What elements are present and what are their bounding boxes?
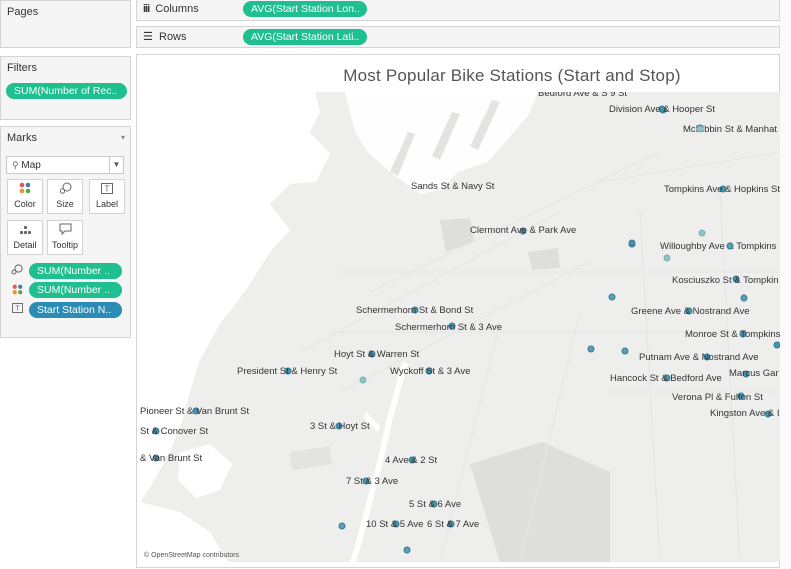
size-button[interactable]: Size xyxy=(47,179,83,214)
color-encoding-pill[interactable]: SUM(Number .. xyxy=(29,282,122,298)
map-icon: ⚲ xyxy=(12,160,19,170)
rows-pill[interactable]: AVG(Start Station Lati.. xyxy=(243,29,367,45)
marks-pane: Marks ▾ ⚲ Map ▼ Color Size T Label Detai… xyxy=(0,126,131,338)
station-dot[interactable] xyxy=(628,239,636,247)
columns-label: Columns xyxy=(155,3,199,15)
label-button[interactable]: T Label xyxy=(89,179,125,214)
station-dot[interactable] xyxy=(726,242,734,250)
station-label: Tompkins Ave & Hopkins St xyxy=(664,184,780,195)
station-dot[interactable] xyxy=(621,347,629,355)
label-icon: T xyxy=(90,181,124,199)
pages-pane: Pages xyxy=(0,0,131,48)
columns-pill[interactable]: AVG(Start Station Lon.. xyxy=(243,1,367,17)
station-label: 7 St & 3 Ave xyxy=(346,476,399,487)
tooltip-label: Tooltip xyxy=(51,240,78,250)
rows-shelf[interactable]: ☰ Rows AVG(Start Station Lati.. xyxy=(136,26,780,48)
columns-shelf[interactable]: iii Columns AVG(Start Station Lon.. xyxy=(136,0,780,21)
marks-menu-icon[interactable]: ▾ xyxy=(121,133,125,142)
rows-icon: ☰ xyxy=(143,31,153,43)
columns-icon: iii xyxy=(143,3,150,15)
station-label: Kingston Ave & I xyxy=(710,408,780,419)
station-label: Schermerhorn St & 3 Ave xyxy=(395,322,503,333)
station-label: Putnam Ave & Nostrand Ave xyxy=(639,352,759,363)
mark-type-dropdown[interactable]: ⚲ Map ▼ xyxy=(6,156,124,174)
color-icon xyxy=(10,284,24,298)
size-icon xyxy=(48,181,82,199)
size-icon xyxy=(10,264,24,278)
color-label: Color xyxy=(14,199,36,209)
station-dot[interactable] xyxy=(740,294,748,302)
station-label: Monroe St & Tompkins xyxy=(685,329,780,340)
station-dot[interactable] xyxy=(608,293,616,301)
station-label: Willoughby Ave & Tompkins xyxy=(660,241,777,252)
chevron-down-icon[interactable]: ▼ xyxy=(109,157,123,173)
station-dot[interactable] xyxy=(403,546,411,554)
label-label: Label xyxy=(95,199,119,209)
station-dot[interactable] xyxy=(587,345,595,353)
station-dot[interactable] xyxy=(698,229,706,237)
station-label: Greene Ave & Nostrand Ave xyxy=(631,306,750,317)
station-dot[interactable] xyxy=(359,376,367,384)
map[interactable]: Bedford Ave & S 9 St Division Ave & Hoope… xyxy=(140,92,780,562)
filters-title: Filters xyxy=(7,62,37,74)
station-label: Bedford Ave & S 9 St xyxy=(538,92,628,99)
station-label: Verona Pl & Fulton St xyxy=(672,392,763,403)
station-dot[interactable] xyxy=(338,522,346,530)
color-icon xyxy=(8,181,42,199)
station-label: President St & Henry St xyxy=(237,366,338,377)
columns-shelf-label: iii Columns xyxy=(143,3,199,15)
tooltip-button[interactable]: Tooltip xyxy=(47,220,83,255)
filters-pane: Filters SUM(Number of Rec.. xyxy=(0,56,131,120)
filter-pill[interactable]: SUM(Number of Rec.. xyxy=(6,83,127,99)
station-label: Wyckoff St & 3 Ave xyxy=(390,366,471,377)
size-label: Size xyxy=(56,199,74,209)
station-dot[interactable] xyxy=(663,254,671,262)
detail-icon xyxy=(8,222,42,240)
pages-title: Pages xyxy=(7,6,39,18)
station-label: 4 Ave & 2 St xyxy=(385,455,438,466)
station-label: 5 St & 6 Ave xyxy=(409,499,462,510)
station-label: Kosciuszko St & Tompkin xyxy=(672,275,779,286)
station-label: St & Conover St xyxy=(140,426,209,437)
station-label: Division Ave & Hooper St xyxy=(609,104,715,115)
svg-text:T: T xyxy=(105,185,110,194)
station-label: 6 St & 7 Ave xyxy=(427,519,480,530)
mark-type-value: Map xyxy=(21,160,41,171)
map-attribution: © OpenStreetMap contributors xyxy=(144,552,240,559)
station-label: Schermerhorn St & Bond St xyxy=(356,305,474,316)
station-label: Marcus Gar xyxy=(729,368,779,379)
rows-shelf-label: ☰ Rows xyxy=(143,30,187,43)
detail-button[interactable]: Detail xyxy=(7,220,43,255)
tooltip-icon xyxy=(48,222,82,240)
label-encoding-pill[interactable]: Start Station N.. xyxy=(29,302,122,318)
svg-text:T: T xyxy=(15,304,20,313)
station-label: Clermont Ave & Park Ave xyxy=(470,225,577,236)
marks-title: Marks xyxy=(7,132,37,144)
station-label: 10 St & 5 Ave xyxy=(366,519,424,530)
station-label: & Van Brunt St xyxy=(140,453,203,464)
station-dot[interactable] xyxy=(696,125,704,133)
window-scrollbar[interactable] xyxy=(780,0,791,569)
station-label: Hancock St & Bedford Ave xyxy=(610,373,722,384)
station-label: Hoyt St & Warren St xyxy=(334,349,420,360)
station-label: 3 St & Hoyt St xyxy=(310,421,370,432)
station-label: Sands St & Navy St xyxy=(411,181,495,192)
color-button[interactable]: Color xyxy=(7,179,43,214)
label-icon: T xyxy=(10,303,24,317)
size-encoding-pill[interactable]: SUM(Number .. xyxy=(29,263,122,279)
chart-title: Most Popular Bike Stations (Start and St… xyxy=(343,66,681,85)
rows-label: Rows xyxy=(159,31,187,43)
station-label: Pioneer St & Van Brunt St xyxy=(140,406,250,417)
detail-label: Detail xyxy=(13,240,37,250)
